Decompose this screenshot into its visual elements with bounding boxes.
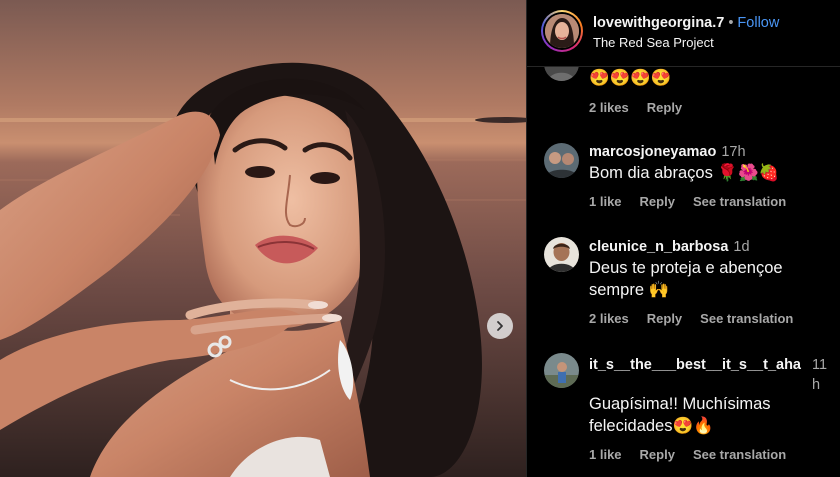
commenter-avatar-image: [544, 143, 579, 178]
comment-text: 😍😍😍😍: [589, 69, 672, 87]
comment-time[interactable]: 17h: [721, 144, 745, 160]
author-avatar-image: [545, 14, 579, 48]
commenter-avatar[interactable]: [544, 353, 579, 388]
commenter-username-row: it_s__the___best__it_s__t_aha: [589, 355, 819, 375]
commenter-avatar-image: [544, 353, 579, 388]
comment-meta: 1 like Reply See translation: [589, 194, 804, 209]
post-header: lovewithgeorgina.7 • Follow The Red Sea Pr…: [527, 0, 840, 67]
commenter-avatar-image: [544, 237, 579, 272]
comment-likes[interactable]: 1 like: [589, 447, 622, 462]
comment-likes[interactable]: 2 likes: [589, 311, 629, 326]
commenter-username-row: cleunice_n_barbosa 1d: [589, 239, 750, 255]
separator-dot: •: [728, 15, 734, 31]
comment-meta: 2 likes Reply See translation: [589, 311, 811, 326]
comment-time[interactable]: 1d: [733, 239, 749, 255]
comment-meta: 1 like Reply See translation: [589, 447, 804, 462]
see-translation-button[interactable]: See translation: [693, 447, 786, 462]
comment-text: Guapísima!! Muchísimas felecidades😍🔥: [589, 395, 771, 435]
comment-likes[interactable]: 1 like: [589, 194, 622, 209]
author-avatar[interactable]: [541, 10, 583, 52]
chevron-right-icon: [497, 321, 503, 331]
comments-panel: lovewithgeorgina.7 • Follow The Red Sea Pr…: [527, 0, 840, 477]
post-image: [0, 0, 526, 477]
reply-button[interactable]: Reply: [640, 447, 675, 462]
commenter-username[interactable]: it_s__the___best__it_s__t_aha: [589, 355, 809, 375]
author-username[interactable]: lovewithgeorgina.7: [593, 15, 724, 31]
reply-button[interactable]: Reply: [647, 100, 682, 115]
commenter-username-row: marcosjoneyamao 17h: [589, 144, 746, 160]
post-location[interactable]: The Red Sea Project: [593, 35, 714, 50]
comment-likes[interactable]: 2 likes: [589, 100, 629, 115]
reply-button[interactable]: Reply: [640, 194, 675, 209]
post-photo[interactable]: [0, 0, 526, 477]
author-username-row: lovewithgeorgina.7 • Follow: [593, 15, 779, 31]
see-translation-button[interactable]: See translation: [693, 194, 786, 209]
comment-time[interactable]: 11h: [812, 355, 832, 395]
reply-button[interactable]: Reply: [647, 311, 682, 326]
comment-meta: 2 likes Reply: [589, 100, 700, 115]
commenter-avatar[interactable]: [544, 237, 579, 272]
carousel-next-button[interactable]: [487, 313, 513, 339]
comment-text: Bom dia abraços 🌹🌺🍓: [589, 164, 780, 182]
commenter-username[interactable]: marcosjoneyamao: [589, 144, 716, 160]
comment-text: Deus te proteja e abençoe sempre 🙌: [589, 259, 783, 299]
commenter-username[interactable]: cleunice_n_barbosa: [589, 239, 728, 255]
follow-button[interactable]: Follow: [737, 15, 779, 31]
commenter-avatar[interactable]: [544, 143, 579, 178]
see-translation-button[interactable]: See translation: [700, 311, 793, 326]
